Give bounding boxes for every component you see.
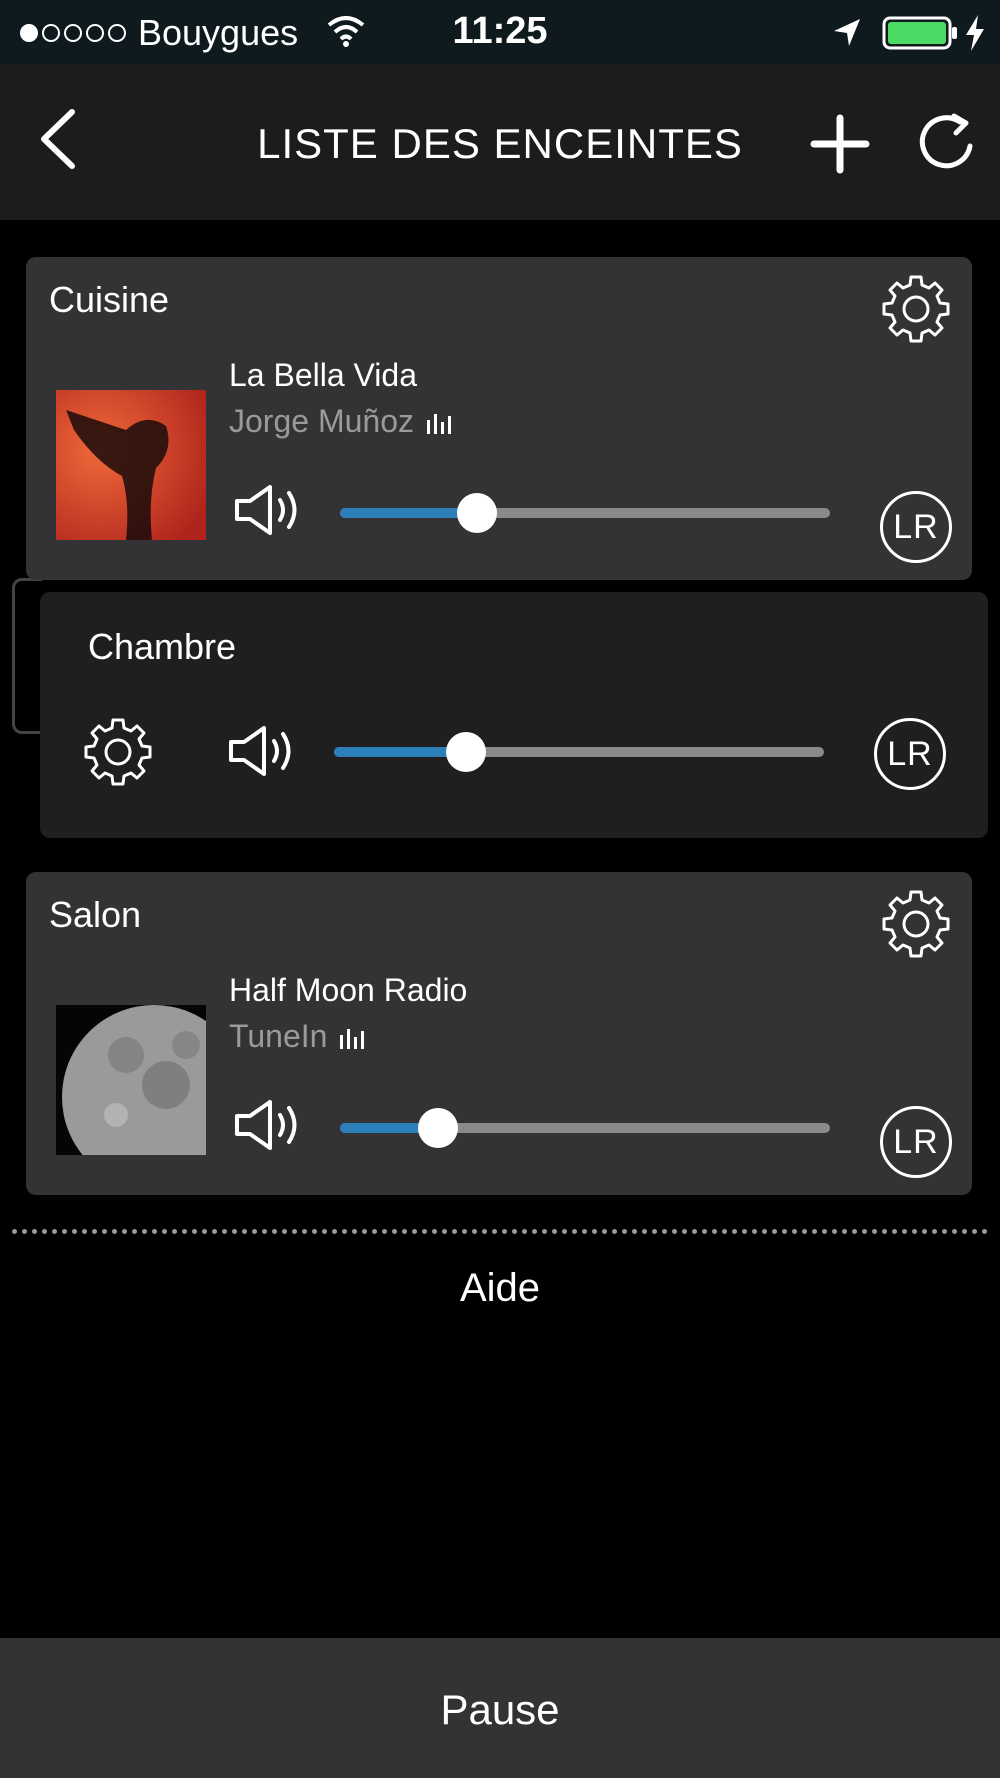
volume-slider-thumb[interactable] [418, 1108, 458, 1148]
equalizer-icon [340, 1028, 365, 1049]
nav-bar: LISTE DES ENCEINTES [0, 64, 1000, 220]
charging-bolt-icon [966, 15, 984, 51]
speaker-card-cuisine[interactable]: Cuisine La Bella Vida Jorge Muñoz LR [26, 257, 972, 580]
speaker-volume-icon[interactable] [234, 483, 308, 537]
gear-icon[interactable] [878, 886, 954, 962]
channel-lr-button[interactable]: LR [880, 491, 952, 563]
plus-icon[interactable] [810, 114, 870, 174]
gear-icon[interactable] [80, 714, 156, 790]
volume-slider[interactable] [340, 1108, 830, 1148]
artist-name: Jorge Muñoz [229, 403, 414, 439]
volume-slider[interactable] [334, 732, 824, 772]
track-title: La Bella Vida [229, 357, 417, 393]
speaker-card-chambre[interactable]: Chambre LR [40, 592, 988, 838]
album-cover [56, 1005, 206, 1155]
speaker-card-salon[interactable]: Salon Half Moon Radio TuneIn LR [26, 872, 972, 1195]
help-link[interactable]: Aide [0, 1266, 1000, 1311]
gear-icon[interactable] [878, 271, 954, 347]
pause-button[interactable]: Pause [0, 1638, 1000, 1778]
room-name: Cuisine [49, 279, 170, 320]
channel-lr-button[interactable]: LR [880, 1106, 952, 1178]
pause-label: Pause [440, 1686, 560, 1733]
track-title: Half Moon Radio [229, 972, 468, 1008]
artist-line: Jorge Muñoz [229, 403, 452, 440]
speaker-volume-icon[interactable] [228, 724, 302, 778]
battery-icon [882, 16, 957, 50]
room-name: Chambre [88, 626, 237, 667]
speaker-volume-icon[interactable] [234, 1098, 308, 1152]
volume-slider-thumb[interactable] [457, 493, 498, 533]
divider [12, 1229, 988, 1234]
artist-line: TuneIn [229, 1018, 365, 1055]
drag-shadow [12, 578, 42, 734]
room-name: Salon [49, 894, 142, 935]
equalizer-icon [426, 413, 451, 434]
album-cover [56, 390, 206, 540]
artist-name: TuneIn [229, 1018, 328, 1054]
location-arrow-icon [834, 19, 860, 46]
volume-slider-thumb[interactable] [446, 732, 487, 772]
channel-lr-button[interactable]: LR [874, 718, 946, 790]
status-bar: Bouygues 11:25 [0, 0, 1000, 64]
volume-slider[interactable] [340, 493, 830, 533]
refresh-icon[interactable] [916, 112, 978, 174]
